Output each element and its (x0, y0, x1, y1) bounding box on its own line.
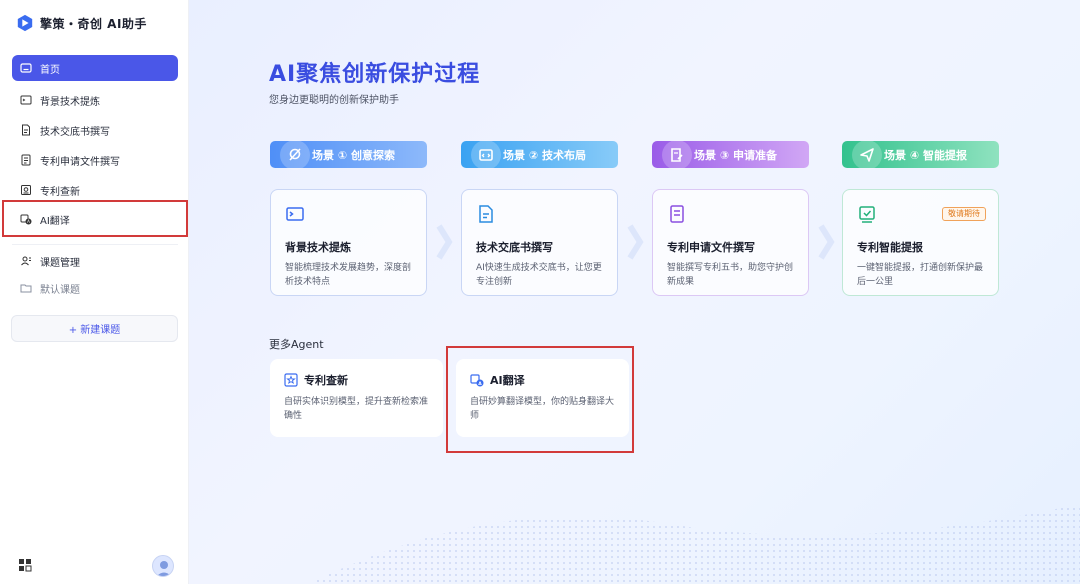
brand[interactable]: 擎策・奇创 AI助手 (16, 12, 147, 34)
scene-label: 场景 ④ 智能提报 (884, 148, 967, 162)
main-content: AI聚焦创新保护过程 您身边更聪明的创新保护助手 场景 ① 创意探索 场景 ② … (189, 0, 1080, 584)
avatar[interactable] (152, 555, 174, 577)
agent-desc: 自研实体识别模型，提升查新检索准确性 (284, 397, 429, 421)
sidebar-item-label: 专利查新 (40, 186, 80, 198)
sidebar-item-label: 专利申请文件撰写 (40, 156, 120, 168)
lightbulb-off-icon (280, 140, 310, 170)
sidebar-item-background-tech[interactable]: 背景技术提炼 (12, 87, 178, 113)
chevron-right-icon (818, 224, 835, 260)
scene-label: 场景 ③ 申请准备 (694, 148, 777, 162)
hero-subtitle: 您身边更聪明的创新保护助手 (269, 95, 399, 106)
card-title: 背景技术提炼 (285, 241, 351, 254)
hero-title: AI聚焦创新保护过程 (269, 62, 481, 87)
more-agent-label: 更多Agent (269, 338, 324, 351)
users-icon (21, 256, 31, 266)
doc-list-icon (670, 205, 684, 223)
terminal-icon (20, 95, 32, 105)
sidebar-item-disclosure[interactable]: 技术交底书撰写 (12, 117, 178, 143)
apps-grid-icon[interactable] (18, 558, 32, 572)
sidebar: 擎策・奇创 AI助手 首页 背景技术提炼 技术交底书撰写 专利申请文件撰写 专利… (0, 0, 189, 584)
card-title: 专利申请文件撰写 (667, 241, 755, 254)
highlight-box-sidebar (2, 200, 188, 237)
doc-edit-icon (479, 205, 493, 223)
doc-list-icon (21, 154, 31, 166)
user-avatar-icon (157, 561, 171, 576)
scene-label: 场景 ② 技术布局 (503, 148, 586, 162)
agent-card-patent-search[interactable]: 专利查新 自研实体识别模型，提升查新检索准确性 (270, 359, 443, 437)
brand-title: 擎策・奇创 AI助手 (40, 16, 147, 31)
scene-label: 场景 ① 创意探索 (312, 148, 395, 162)
scene-tab-1[interactable]: 场景 ① 创意探索 (270, 140, 427, 170)
sidebar-item-label: 背景技术提炼 (40, 96, 100, 108)
scene-tab-2[interactable]: 场景 ② 技术布局 (461, 140, 618, 170)
scene-tab-3[interactable]: 场景 ③ 申请准备 (652, 140, 809, 170)
sidebar-item-label: 课题管理 (40, 257, 80, 269)
sidebar-item-default-topic[interactable]: 默认课题 (12, 275, 178, 301)
scene-tab-4[interactable]: 场景 ④ 智能提报 (842, 140, 999, 170)
search-doc-icon (21, 185, 31, 195)
card-background-tech[interactable]: 背景技术提炼 智能梳理技术发展趋势，深度剖析技术特点 (270, 189, 427, 296)
coming-soon-badge: 敬请期待 (942, 207, 986, 221)
folder-icon (20, 284, 32, 293)
code-window-icon (471, 140, 501, 170)
card-desc: AI快速生成技术交底书，让您更专注创新 (476, 263, 602, 287)
card-smart-submit[interactable]: 敬请期待 专利智能提报 一键智能提报，打通创新保护最后一公里 (842, 189, 999, 296)
sidebar-item-topic-manage[interactable]: 课题管理 (12, 248, 178, 274)
document-pen-icon (662, 140, 692, 170)
highlight-box-agent (446, 346, 634, 453)
new-topic-button[interactable]: + 新建课题 (11, 315, 178, 342)
sidebar-item-patent-application[interactable]: 专利申请文件撰写 (12, 147, 178, 173)
star-box-icon (284, 373, 298, 387)
card-desc: 智能梳理技术发展趋势，深度剖析技术特点 (285, 263, 412, 287)
card-desc: 一键智能提报，打通创新保护最后一公里 (857, 263, 984, 287)
chevron-right-icon (436, 224, 453, 260)
decorative-wave (309, 504, 1080, 584)
new-topic-label: + 新建课题 (68, 325, 121, 336)
card-title: 专利智能提报 (857, 241, 923, 254)
sidebar-item-label: 技术交底书撰写 (40, 126, 110, 138)
check-box-icon (859, 206, 875, 223)
divider (12, 244, 178, 245)
card-patent-application[interactable]: 专利申请文件撰写 智能撰写专利五书，助您守护创新成果 (652, 189, 809, 296)
agent-title: 专利查新 (304, 374, 348, 387)
terminal-icon (286, 207, 304, 221)
sidebar-item-label: 首页 (40, 64, 60, 76)
doc-edit-icon (22, 124, 30, 136)
sidebar-item-label: 默认课题 (40, 284, 80, 296)
chevron-right-icon (627, 224, 644, 260)
card-disclosure[interactable]: 技术交底书撰写 AI快速生成技术交底书，让您更专注创新 (461, 189, 618, 296)
home-icon (20, 63, 32, 73)
logo-icon (17, 14, 33, 32)
sidebar-item-home[interactable]: 首页 (12, 55, 178, 81)
send-icon (852, 140, 882, 170)
card-title: 技术交底书撰写 (476, 241, 553, 254)
card-desc: 智能撰写专利五书，助您守护创新成果 (667, 263, 794, 287)
